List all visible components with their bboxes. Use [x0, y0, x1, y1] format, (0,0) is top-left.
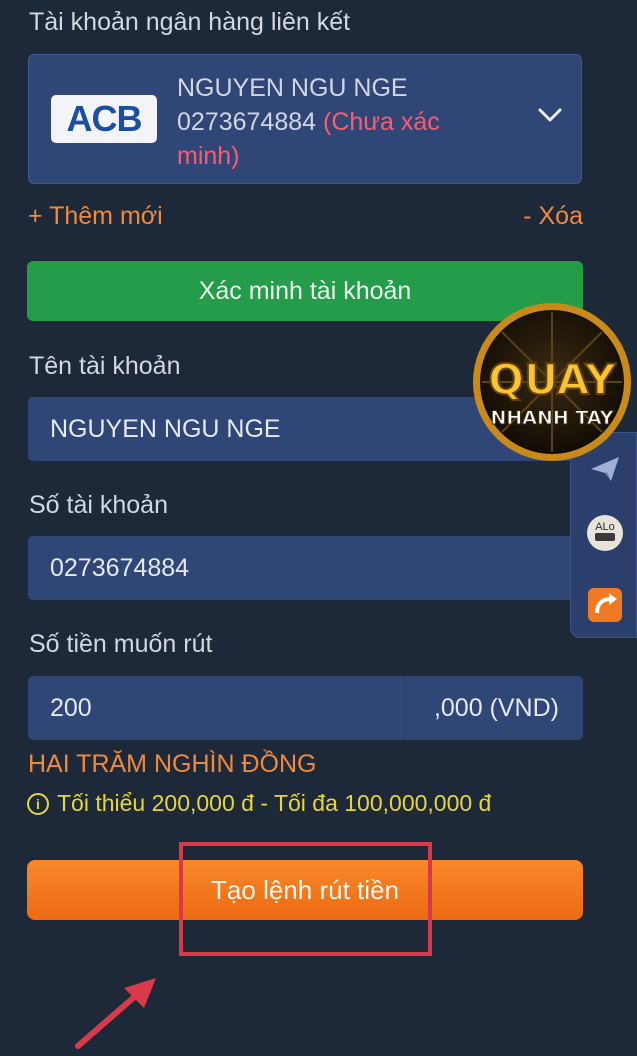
svg-text:NHANH TAY: NHANH TAY: [490, 407, 613, 429]
quay-nhanh-tay-badge[interactable]: QUAY NHANH TAY: [470, 300, 634, 464]
annotation-highlight-box: [179, 842, 432, 956]
zalo-icon[interactable]: ALo: [585, 513, 625, 553]
bank-account-info: NGUYEN NGU NGE 0273674884 (Chưa xác minh…: [177, 71, 487, 173]
amount-input[interactable]: 200: [50, 694, 92, 723]
annotation-arrow-icon: [75, 978, 156, 1049]
linked-accounts-label: Tài khoản ngân hàng liên kết: [29, 8, 351, 36]
info-icon: i: [27, 792, 49, 815]
bank-account-selector[interactable]: ACB NGUYEN NGU NGE 0273674884 (Chưa xác …: [28, 54, 582, 184]
chevron-down-icon[interactable]: [537, 107, 563, 123]
limits-text: Tối thiểu 200,000 đ - Tối đa 100,000,000…: [57, 790, 492, 816]
delete-account-link[interactable]: - Xóa: [523, 202, 583, 231]
amount-in-words: HAI TRĂM NGHÌN ĐỒNG: [28, 750, 317, 778]
account-name-label: Tên tài khoản: [29, 352, 181, 380]
acb-logo: ACB: [51, 95, 157, 143]
add-new-account-link[interactable]: + Thêm mới: [28, 202, 163, 231]
amount-field[interactable]: 200 ,000 (VND): [28, 676, 583, 740]
svg-text:ALo: ALo: [595, 521, 615, 533]
account-number: 0273674884: [177, 108, 317, 136]
account-number-label: Số tài khoản: [29, 491, 168, 519]
account-number-field[interactable]: 0273674884: [28, 536, 598, 600]
share-arrow-icon[interactable]: [585, 585, 625, 625]
amount-label: Số tiền muốn rút: [29, 630, 213, 658]
account-holder: NGUYEN NGU NGE: [177, 74, 408, 102]
svg-text:QUAY: QUAY: [488, 355, 616, 404]
withdraw-limits: i Tối thiểu 200,000 đ - Tối đa 100,000,0…: [27, 790, 491, 817]
amount-unit: ,000 (VND): [433, 694, 559, 722]
amount-divider: [404, 676, 405, 740]
